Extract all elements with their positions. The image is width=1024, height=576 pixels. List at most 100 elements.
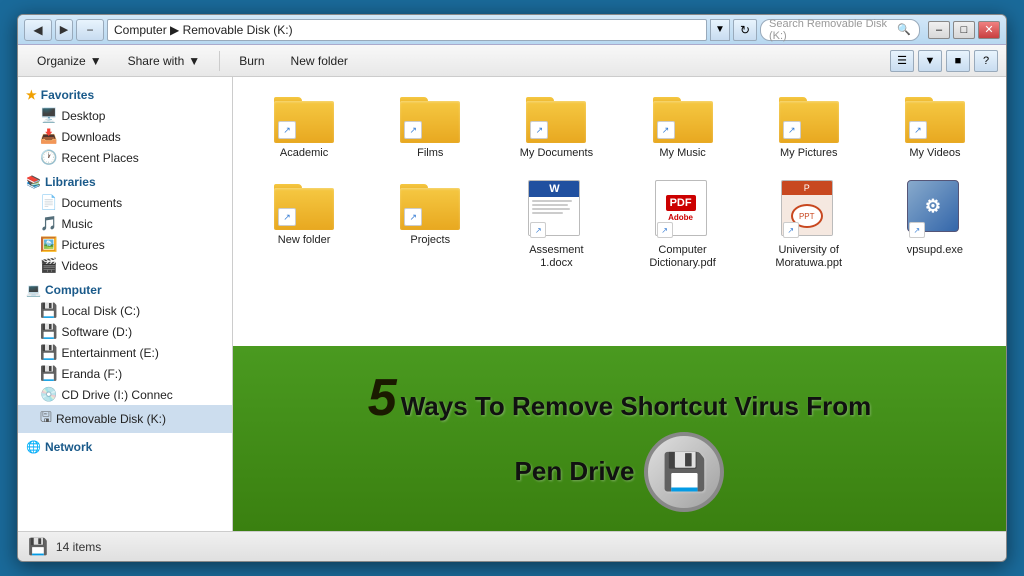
details-pane-button[interactable]: ■ [946, 50, 970, 72]
help-button[interactable]: ? [974, 50, 998, 72]
file-name: My Videos [909, 147, 960, 160]
share-dropdown-icon: ▼ [188, 54, 200, 68]
network-header[interactable]: 🌐 Network [18, 437, 232, 457]
recent-places-icon: 🕐 [40, 149, 57, 166]
list-item[interactable]: W ↗ Assesment 1.docx [495, 174, 617, 276]
share-with-button[interactable]: Share with ▼ [117, 49, 212, 73]
back-button[interactable]: ◀ [24, 19, 52, 41]
libraries-section: 📚 Libraries 📄 Documents 🎵 Music 🖼️ Pictu… [18, 172, 232, 276]
sidebar-item-eranda-f[interactable]: 💾 Eranda (F:) [18, 363, 232, 384]
sidebar-item-documents[interactable]: 📄 Documents [18, 192, 232, 213]
favorites-header[interactable]: ★ Favorites [18, 85, 232, 105]
title-bar: ◀ ▶ − Computer ▶ Removable Disk (K:) ▼ ↻… [18, 15, 1006, 45]
sidebar-item-local-c[interactable]: 💾 Local Disk (C:) [18, 300, 232, 321]
folder-icon: ↗ [274, 93, 334, 143]
documents-icon: 📄 [40, 194, 57, 211]
list-item[interactable]: ⚙ ↗ vpsupd.exe [874, 174, 996, 276]
file-name: My Pictures [780, 147, 837, 160]
network-icon: 🌐 [26, 440, 41, 454]
burn-button[interactable]: Burn [228, 49, 275, 73]
folder-icon: ↗ [905, 93, 965, 143]
downloads-icon: 📥 [40, 128, 57, 145]
shortcut-arrow: ↗ [530, 121, 548, 139]
sidebar-item-videos[interactable]: 🎬 Videos [18, 255, 232, 276]
view-dropdown-button[interactable]: ▼ [918, 50, 942, 72]
hdd2-icon: 💾 [40, 323, 57, 340]
toolbar-right: ☰ ▼ ■ ? [890, 50, 998, 72]
explorer-window: ◀ ▶ − Computer ▶ Removable Disk (K:) ▼ ↻… [17, 14, 1007, 562]
search-bar[interactable]: Search Removable Disk (K:) 🔍 [760, 19, 920, 41]
banner-content: 5 Ways To Remove Shortcut Virus From Pen… [368, 365, 871, 513]
computer-header[interactable]: 💻 Computer [18, 280, 232, 300]
search-icon: 🔍 [897, 23, 911, 36]
favorites-section: ★ Favorites 🖥️ Desktop 📥 Downloads 🕐 Rec… [18, 85, 232, 168]
change-view-button[interactable]: ☰ [890, 50, 914, 72]
file-grid: ↗ Academic ↗ Films [243, 87, 996, 277]
file-name: vpsupd.exe [907, 244, 963, 257]
folder-icon: ↗ [274, 180, 334, 230]
new-folder-button[interactable]: New folder [280, 49, 359, 73]
list-item[interactable]: ↗ Academic [243, 87, 365, 166]
close-button[interactable]: ✕ [978, 21, 1000, 39]
shortcut-overlay: ↗ [530, 222, 546, 238]
list-item[interactable]: ↗ My Videos [874, 87, 996, 166]
shortcut-arrow: ↗ [278, 208, 296, 226]
file-name: Films [417, 147, 443, 160]
sidebar: ★ Favorites 🖥️ Desktop 📥 Downloads 🕐 Rec… [18, 77, 233, 531]
network-section: 🌐 Network [18, 437, 232, 457]
list-item[interactable]: PDF Adobe ↗ Computer Dictionary.pdf [621, 174, 743, 276]
address-bar[interactable]: Computer ▶ Removable Disk (K:) [107, 19, 707, 41]
file-name: Assesment 1.docx [516, 244, 596, 270]
status-drive-icon: 💾 [28, 537, 48, 557]
forward-button[interactable]: ▶ [55, 19, 73, 41]
sidebar-item-entertainment-e[interactable]: 💾 Entertainment (E:) [18, 342, 232, 363]
usb-drive-icon: 🖫 [40, 407, 52, 431]
shortcut-overlay: ↗ [909, 222, 925, 238]
minimize-button[interactable]: – [928, 21, 950, 39]
sidebar-item-pictures[interactable]: 🖼️ Pictures [18, 234, 232, 255]
list-item[interactable]: ↗ My Pictures [748, 87, 870, 166]
hdd3-icon: 💾 [40, 344, 57, 361]
libraries-icon: 📚 [26, 175, 41, 189]
sidebar-item-software-d[interactable]: 💾 Software (D:) [18, 321, 232, 342]
list-item[interactable]: ↗ Projects [369, 174, 491, 276]
list-item[interactable]: ↗ New folder [243, 174, 365, 276]
hdd-icon: 💾 [40, 302, 57, 319]
folder-icon: ↗ [779, 93, 839, 143]
libraries-header[interactable]: 📚 Libraries [18, 172, 232, 192]
file-name: Projects [410, 234, 450, 247]
file-area: ↗ Academic ↗ Films [233, 77, 1006, 531]
shortcut-overlay: ↗ [657, 222, 673, 238]
usb-icon: 💾 [644, 432, 724, 512]
maximize-button[interactable]: □ [953, 21, 975, 39]
organize-button[interactable]: Organize ▼ [26, 49, 113, 73]
address-dropdown[interactable]: ▼ [710, 19, 730, 41]
shortcut-arrow: ↗ [404, 121, 422, 139]
videos-icon: 🎬 [40, 257, 57, 274]
file-name: Computer Dictionary.pdf [643, 244, 723, 270]
list-item[interactable]: ↗ Films [369, 87, 491, 166]
shortcut-arrow: ↗ [404, 208, 422, 226]
sidebar-item-removable-k[interactable]: 🖫 Removable Disk (K:) [18, 405, 232, 433]
list-item[interactable]: ↗ My Documents [495, 87, 617, 166]
list-item[interactable]: P PPT ↗ University of Moratuwa.ppt [748, 174, 870, 276]
sidebar-item-music[interactable]: 🎵 Music [18, 213, 232, 234]
pdf-file-icon: PDF Adobe ↗ [655, 180, 711, 240]
folder-icon: ↗ [653, 93, 713, 143]
list-item[interactable]: ↗ My Music [621, 87, 743, 166]
sidebar-item-cd-drive[interactable]: 💿 CD Drive (I:) Connec [18, 384, 232, 405]
sidebar-item-desktop[interactable]: 🖥️ Desktop [18, 105, 232, 126]
refresh-button[interactable]: ↻ [733, 19, 757, 41]
up-button[interactable]: − [76, 19, 104, 41]
file-name: University of Moratuwa.ppt [769, 244, 849, 270]
folder-icon: ↗ [526, 93, 586, 143]
search-placeholder: Search Removable Disk (K:) [769, 18, 893, 42]
address-area: ◀ ▶ − Computer ▶ Removable Disk (K:) ▼ ↻… [24, 19, 920, 41]
shortcut-arrow: ↗ [909, 121, 927, 139]
shortcut-arrow: ↗ [783, 121, 801, 139]
file-name: Academic [280, 147, 328, 160]
sidebar-item-recent-places[interactable]: 🕐 Recent Places [18, 147, 232, 168]
desktop-icon: 🖥️ [40, 107, 57, 124]
file-name: My Music [659, 147, 705, 160]
sidebar-item-downloads[interactable]: 📥 Downloads [18, 126, 232, 147]
